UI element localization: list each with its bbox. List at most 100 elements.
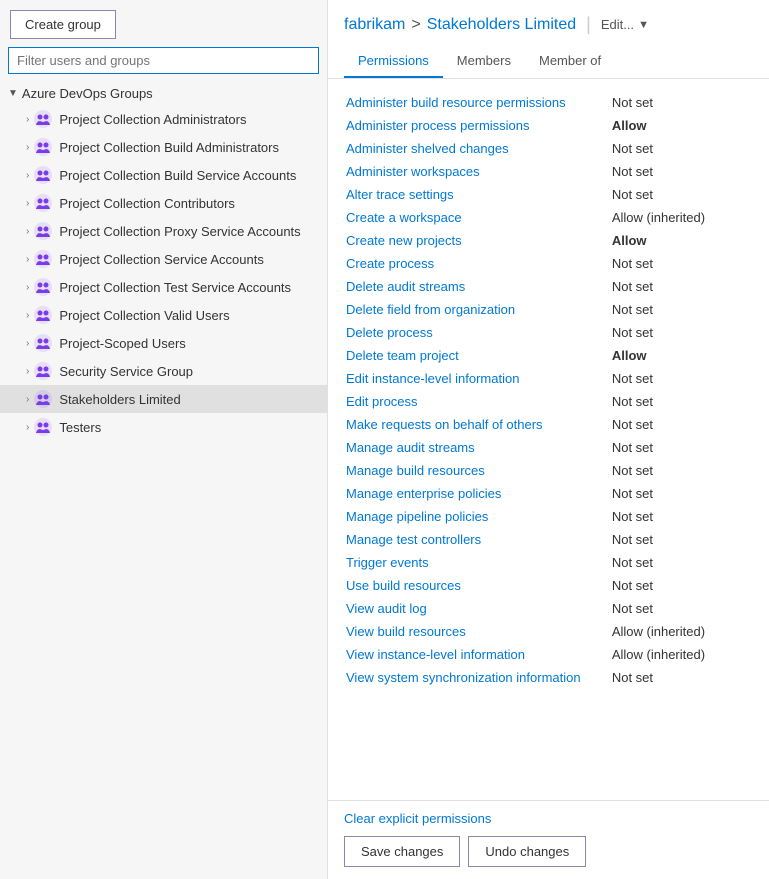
tree-group-label-text: Azure DevOps Groups bbox=[22, 86, 153, 101]
permission-name[interactable]: Trigger events bbox=[344, 551, 610, 574]
permission-value[interactable]: Not set bbox=[610, 321, 753, 344]
save-changes-button[interactable]: Save changes bbox=[344, 836, 460, 867]
tree-item[interactable]: › Project Collection Proxy Service Accou… bbox=[0, 217, 327, 245]
clear-permissions-link[interactable]: Clear explicit permissions bbox=[344, 811, 491, 826]
tree-item[interactable]: › Project Collection Administrators bbox=[0, 105, 327, 133]
permission-value[interactable]: Not set bbox=[610, 459, 753, 482]
chevron-right-icon: › bbox=[26, 310, 29, 321]
permission-value[interactable]: Allow (inherited) bbox=[610, 206, 753, 229]
permission-name[interactable]: Create a workspace bbox=[344, 206, 610, 229]
permission-name[interactable]: Administer build resource permissions bbox=[344, 91, 610, 114]
tree-section: ▼ Azure DevOps Groups › Project Collecti… bbox=[0, 82, 327, 879]
permission-value[interactable]: Not set bbox=[610, 482, 753, 505]
permission-name[interactable]: Administer shelved changes bbox=[344, 137, 610, 160]
permission-value[interactable]: Not set bbox=[610, 505, 753, 528]
permission-value[interactable]: Not set bbox=[610, 252, 753, 275]
edit-label: Edit... bbox=[601, 17, 634, 32]
permission-name[interactable]: Manage enterprise policies bbox=[344, 482, 610, 505]
tree-items-container: › Project Collection Administrators› Pro… bbox=[0, 105, 327, 441]
tab-member-of[interactable]: Member of bbox=[525, 45, 615, 78]
tree-item-label: Testers bbox=[59, 420, 101, 435]
tree-item-label: Project Collection Proxy Service Account… bbox=[59, 224, 300, 239]
tree-item[interactable]: › Project-Scoped Users bbox=[0, 329, 327, 357]
permission-value[interactable]: Not set bbox=[610, 183, 753, 206]
breadcrumb-group[interactable]: Stakeholders Limited bbox=[427, 16, 576, 34]
permission-name[interactable]: View build resources bbox=[344, 620, 610, 643]
permission-value[interactable]: Not set bbox=[610, 137, 753, 160]
footer-buttons: Save changes Undo changes bbox=[344, 836, 753, 867]
permission-value[interactable]: Not set bbox=[610, 528, 753, 551]
permission-name[interactable]: Manage test controllers bbox=[344, 528, 610, 551]
permission-name[interactable]: Edit process bbox=[344, 390, 610, 413]
chevron-down-icon: ▼ bbox=[638, 19, 649, 31]
create-group-button[interactable]: Create group bbox=[10, 10, 116, 39]
tab-permissions[interactable]: Permissions bbox=[344, 45, 443, 78]
permission-value[interactable]: Not set bbox=[610, 275, 753, 298]
tree-item[interactable]: › Project Collection Valid Users bbox=[0, 301, 327, 329]
permissions-table: Administer build resource permissionsNot… bbox=[344, 91, 753, 689]
permission-name[interactable]: Delete audit streams bbox=[344, 275, 610, 298]
permission-value[interactable]: Not set bbox=[610, 597, 753, 620]
tabs-row: PermissionsMembersMember of bbox=[344, 45, 753, 78]
breadcrumb-separator: > bbox=[411, 16, 420, 34]
permission-name[interactable]: Manage pipeline policies bbox=[344, 505, 610, 528]
tree-group-azure-devops[interactable]: ▼ Azure DevOps Groups bbox=[0, 82, 327, 105]
permission-name[interactable]: Manage build resources bbox=[344, 459, 610, 482]
tree-item[interactable]: › Project Collection Build Administrator… bbox=[0, 133, 327, 161]
chevron-right-icon: › bbox=[26, 366, 29, 377]
filter-input[interactable] bbox=[8, 47, 319, 74]
permission-value[interactable]: Not set bbox=[610, 413, 753, 436]
permission-name[interactable]: Manage audit streams bbox=[344, 436, 610, 459]
permission-name[interactable]: Administer process permissions bbox=[344, 114, 610, 137]
permission-name[interactable]: Create new projects bbox=[344, 229, 610, 252]
chevron-right-icon: › bbox=[26, 394, 29, 405]
permission-name[interactable]: Administer workspaces bbox=[344, 160, 610, 183]
permission-value[interactable]: Not set bbox=[610, 160, 753, 183]
permission-value[interactable]: Allow bbox=[610, 114, 753, 137]
right-panel: fabrikam > Stakeholders Limited | Edit..… bbox=[328, 0, 769, 879]
permission-value[interactable]: Not set bbox=[610, 436, 753, 459]
permission-value[interactable]: Allow bbox=[610, 344, 753, 367]
permission-name[interactable]: Delete team project bbox=[344, 344, 610, 367]
permission-value[interactable]: Allow (inherited) bbox=[610, 643, 753, 666]
tree-item[interactable]: › Stakeholders Limited bbox=[0, 385, 327, 413]
chevron-down-icon: ▼ bbox=[8, 88, 18, 99]
tree-item[interactable]: › Project Collection Build Service Accou… bbox=[0, 161, 327, 189]
permission-value[interactable]: Allow bbox=[610, 229, 753, 252]
tree-item[interactable]: › Project Collection Contributors bbox=[0, 189, 327, 217]
permission-name[interactable]: Delete process bbox=[344, 321, 610, 344]
permission-value[interactable]: Not set bbox=[610, 91, 753, 114]
permission-row: Administer process permissionsAllow bbox=[344, 114, 753, 137]
permission-value[interactable]: Not set bbox=[610, 666, 753, 689]
group-icon bbox=[33, 249, 53, 269]
permission-name[interactable]: Use build resources bbox=[344, 574, 610, 597]
permission-name[interactable]: View system synchronization information bbox=[344, 666, 610, 689]
permission-name[interactable]: Create process bbox=[344, 252, 610, 275]
tree-item-label: Project-Scoped Users bbox=[59, 336, 185, 351]
permission-value[interactable]: Not set bbox=[610, 298, 753, 321]
permission-name[interactable]: Alter trace settings bbox=[344, 183, 610, 206]
tree-item[interactable]: › Project Collection Test Service Accoun… bbox=[0, 273, 327, 301]
permission-name[interactable]: View audit log bbox=[344, 597, 610, 620]
permission-name[interactable]: Make requests on behalf of others bbox=[344, 413, 610, 436]
permission-row: Edit processNot set bbox=[344, 390, 753, 413]
tree-item[interactable]: › Project Collection Service Accounts bbox=[0, 245, 327, 273]
permission-name[interactable]: Delete field from organization bbox=[344, 298, 610, 321]
permission-name[interactable]: View instance-level information bbox=[344, 643, 610, 666]
permission-value[interactable]: Not set bbox=[610, 390, 753, 413]
permission-value[interactable]: Allow (inherited) bbox=[610, 620, 753, 643]
edit-dropdown[interactable]: Edit... ▼ bbox=[601, 17, 649, 32]
permission-value[interactable]: Not set bbox=[610, 551, 753, 574]
tab-members[interactable]: Members bbox=[443, 45, 525, 78]
undo-changes-button[interactable]: Undo changes bbox=[468, 836, 586, 867]
breadcrumb-org[interactable]: fabrikam bbox=[344, 16, 405, 34]
permission-row: Delete team projectAllow bbox=[344, 344, 753, 367]
permission-value[interactable]: Not set bbox=[610, 574, 753, 597]
tree-item[interactable]: › Security Service Group bbox=[0, 357, 327, 385]
permission-name[interactable]: Edit instance-level information bbox=[344, 367, 610, 390]
permission-value[interactable]: Not set bbox=[610, 367, 753, 390]
tree-item[interactable]: › Testers bbox=[0, 413, 327, 441]
right-header: fabrikam > Stakeholders Limited | Edit..… bbox=[328, 0, 769, 79]
permission-row: Make requests on behalf of othersNot set bbox=[344, 413, 753, 436]
tree-item-label: Project Collection Contributors bbox=[59, 196, 235, 211]
